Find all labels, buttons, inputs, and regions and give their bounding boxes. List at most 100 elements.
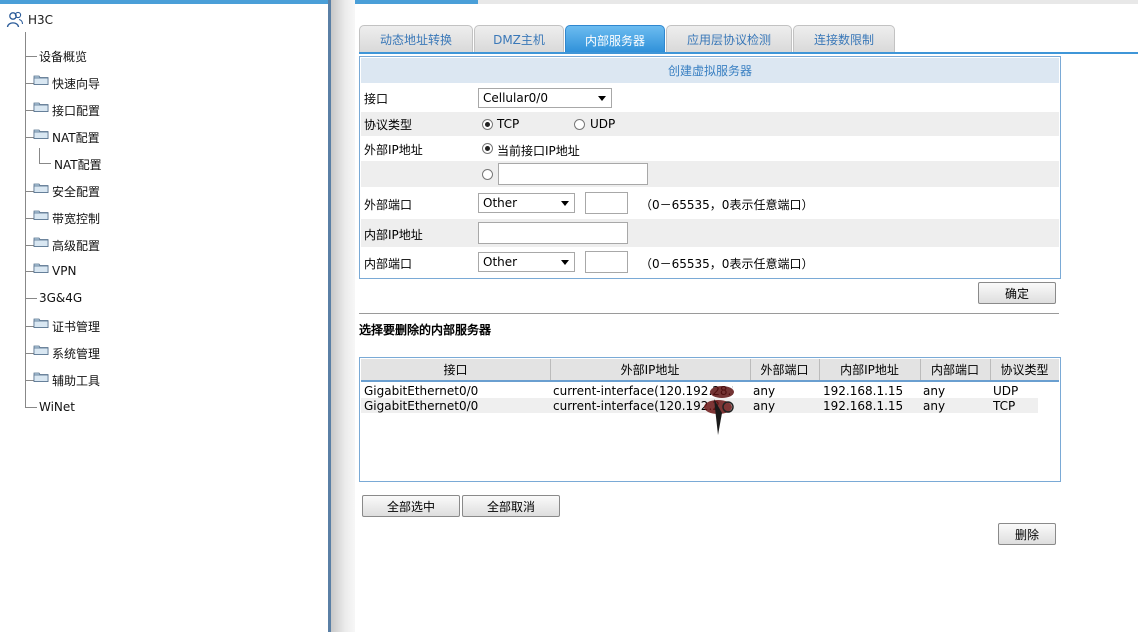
external-ip-input[interactable] (498, 163, 648, 185)
column-header[interactable]: 协议类型 (990, 359, 1059, 380)
column-header[interactable]: 内部端口 (920, 359, 991, 380)
tree-root-label: H3C (28, 13, 54, 27)
folder-icon (33, 237, 49, 247)
udp-label: UDP (590, 117, 616, 131)
tree-item-advanced-config[interactable]: 高级配置 (25, 236, 100, 254)
tab-underline (359, 52, 1138, 54)
select-all-button[interactable]: 全部选中 (362, 495, 460, 517)
pointer-cursor-icon (704, 386, 734, 435)
current-interface-ip-radio[interactable] (482, 143, 493, 154)
tcp-radio[interactable] (482, 119, 493, 130)
dropdown-arrow-icon (598, 96, 606, 101)
tab-dynamic-nat[interactable]: 动态地址转换 (359, 25, 473, 52)
tab-label: 动态地址转换 (379, 32, 452, 47)
tree-item-label: WiNet (39, 400, 75, 414)
custom-ip-radio[interactable] (482, 169, 493, 180)
tab-label: 应用层协议检测 (686, 32, 771, 47)
tree-item-label: 辅助工具 (52, 373, 101, 388)
interface-select-value: Cellular0/0 (483, 91, 548, 105)
tree-item-quick-wizard[interactable]: 快速向导 (25, 74, 100, 92)
tree-root[interactable]: H3C (6, 10, 53, 30)
tab-label: DMZ主机 (493, 32, 545, 47)
interface-select[interactable]: Cellular0/0 (478, 88, 612, 108)
folder-icon (33, 183, 49, 193)
divider-shadow (331, 0, 355, 632)
protocol-row: 协议类型 TCP UDP (361, 112, 1059, 136)
tab-dmz-host[interactable]: DMZ主机 (474, 25, 564, 52)
deselect-all-button[interactable]: 全部取消 (462, 495, 560, 517)
external-ip-custom-row (361, 161, 1059, 187)
tree-line (39, 163, 51, 164)
tab-connection-limit[interactable]: 连接数限制 (793, 25, 895, 52)
folder-icon (33, 263, 49, 273)
tree-item-label: NAT配置 (54, 157, 102, 172)
external-port-row: 外部端口 Other （0－65535，0表示任意端口） (361, 188, 1059, 218)
udp-radio[interactable] (574, 119, 585, 130)
tree-line (39, 148, 40, 163)
column-header[interactable]: 接口 (361, 359, 551, 380)
table-cell: any (923, 383, 946, 398)
folder-icon (33, 318, 49, 328)
tree-item-winet[interactable]: WiNet (25, 398, 75, 416)
interface-label: 接口 (364, 92, 389, 106)
table-header: 接口 外部IP地址 外部端口 内部IP地址 内部端口 协议类型 (361, 359, 1059, 382)
table-cell: any (753, 383, 776, 398)
tree-item-tools[interactable]: 辅助工具 (25, 371, 100, 389)
internal-port-select-value: Other (483, 255, 518, 269)
column-header[interactable]: 内部IP地址 (819, 359, 921, 380)
external-port-select[interactable]: Other (478, 193, 575, 213)
internal-ip-label: 内部IP地址 (364, 228, 423, 242)
navigation-tree: H3C 设备概览 快速向导 接口配置 NAT配置 NAT配置 安全配置 带宽控制… (0, 4, 328, 632)
table-cell: TCP (993, 398, 1016, 413)
tree-item-nat-config[interactable]: NAT配置 (25, 128, 100, 146)
internal-port-input[interactable] (585, 251, 628, 273)
tree-item-certificate-mgmt[interactable]: 证书管理 (25, 317, 100, 335)
form-header: 创建虚拟服务器 (361, 58, 1059, 83)
internal-port-row: 内部端口 Other （0－65535，0表示任意端口） (361, 248, 1059, 276)
interface-row: 接口 Cellular0/0 (361, 85, 1059, 111)
tree-item-system-mgmt[interactable]: 系统管理 (25, 344, 100, 362)
tree-item-label: 设备概览 (39, 49, 88, 64)
tree-item-label: 接口配置 (52, 103, 101, 118)
table-cell: 192.168.1.15 (823, 398, 904, 413)
table-cell: 192.168.1.15 (823, 383, 904, 398)
tree-item-interface-config[interactable]: 接口配置 (25, 101, 100, 119)
tree-item-label: 安全配置 (52, 184, 101, 199)
tree-item-label: 带宽控制 (52, 211, 101, 226)
external-ip-row: 外部IP地址 当前接口IP地址 (361, 137, 1059, 161)
internal-ip-row: 内部IP地址 (361, 219, 1059, 247)
table-cell: any (753, 398, 776, 413)
column-header[interactable]: 外部IP地址 (550, 359, 751, 380)
tree-item-device-overview[interactable]: 设备概览 (25, 47, 87, 65)
tree-item-label: 快速向导 (52, 76, 101, 91)
delete-button[interactable]: 删除 (998, 523, 1056, 545)
external-port-label: 外部端口 (364, 198, 413, 212)
tree-subitem-nat-config[interactable]: NAT配置 (54, 155, 102, 173)
users-icon (6, 11, 24, 28)
confirm-button[interactable]: 确定 (978, 282, 1056, 304)
external-port-input[interactable] (585, 192, 628, 214)
tab-alg[interactable]: 应用层协议检测 (666, 25, 792, 52)
internal-port-select[interactable]: Other (478, 252, 575, 272)
tree-item-security-config[interactable]: 安全配置 (25, 182, 100, 200)
table-cell: any (923, 398, 946, 413)
tree-item-3g4g[interactable]: 3G&4G (25, 289, 82, 307)
external-ip-label: 外部IP地址 (364, 143, 423, 157)
tree-item-label: 证书管理 (52, 319, 101, 334)
tcp-label: TCP (497, 117, 520, 131)
internal-ip-input[interactable] (478, 222, 628, 244)
column-header[interactable]: 外部端口 (750, 359, 820, 380)
folder-icon (33, 210, 49, 220)
dropdown-arrow-icon (561, 201, 569, 206)
tab-label: 内部服务器 (584, 33, 645, 48)
tree-item-vpn[interactable]: VPN (25, 262, 76, 280)
folder-icon (33, 345, 49, 355)
internal-port-label: 内部端口 (364, 257, 413, 271)
folder-icon (33, 372, 49, 382)
tab-internal-server[interactable]: 内部服务器 (565, 25, 665, 54)
top-bar-right (478, 0, 1138, 4)
folder-open-icon (33, 129, 49, 139)
tree-item-bandwidth-control[interactable]: 带宽控制 (25, 209, 100, 227)
external-port-select-value: Other (483, 196, 518, 210)
table-cell: UDP (993, 383, 1019, 398)
